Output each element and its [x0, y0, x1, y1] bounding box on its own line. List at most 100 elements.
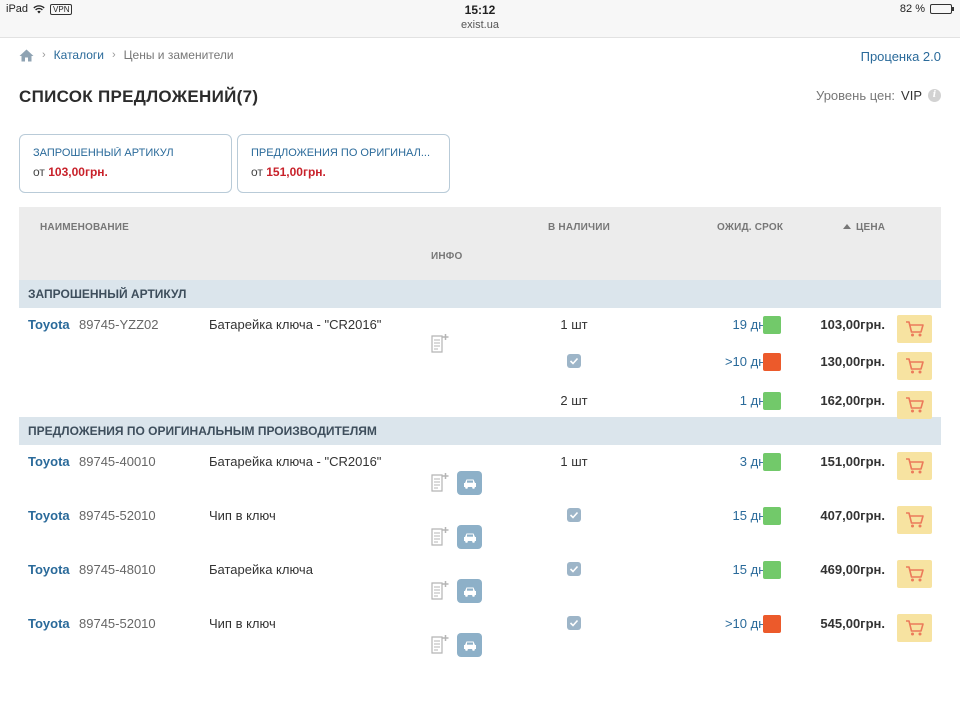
stock-quantity: 2 шт	[560, 393, 588, 408]
check-icon	[569, 511, 579, 519]
header-term[interactable]: ОЖИД. СРОК	[717, 222, 783, 233]
check-icon	[569, 357, 579, 365]
header-stock[interactable]: В НАЛИЧИИ	[548, 222, 610, 233]
checkbox-checked-icon	[567, 354, 581, 368]
breadcrumb-catalogs-link[interactable]: Каталоги	[54, 48, 104, 62]
price: 103,00грн.	[820, 317, 885, 332]
table-row: Toyota 89745-48010 Батарейка ключа 15 дн. 46…	[19, 553, 941, 607]
price-level-label: Уровень цен:	[816, 88, 896, 103]
header-price[interactable]: ЦЕНА	[843, 222, 885, 233]
delivery-term[interactable]: 3 дн.	[679, 454, 769, 469]
price: 130,00грн.	[820, 354, 885, 369]
stock-quantity: 1 шт	[560, 317, 588, 332]
delivery-term[interactable]: 1 дн.	[679, 393, 769, 408]
card-price-value: 103,00грн.	[48, 165, 108, 179]
procenka-2-link[interactable]: Проценка 2.0	[861, 49, 941, 64]
cart-icon	[905, 566, 924, 582]
check-icon	[569, 619, 579, 627]
status-right: 82 %	[899, 3, 954, 15]
add-to-cart-button[interactable]	[897, 315, 932, 343]
status-indicator	[763, 615, 781, 633]
sort-asc-icon	[843, 224, 851, 229]
part-description: Батарейка ключа	[209, 562, 313, 577]
brand-link[interactable]: Toyota	[28, 562, 70, 577]
breadcrumb: › Каталоги › Цены и заменители	[19, 48, 234, 62]
card-title: ПРЕДЛОЖЕНИЯ ПО ОРИГИНАЛ...	[251, 147, 430, 159]
cart-icon	[905, 397, 924, 413]
price: 469,00грн.	[820, 562, 885, 577]
car-icon[interactable]	[457, 471, 482, 495]
battery-icon	[930, 4, 954, 14]
add-to-cart-button[interactable]	[897, 352, 932, 380]
article-number[interactable]: 89745-52010	[79, 616, 156, 631]
add-to-cart-button[interactable]	[897, 506, 932, 534]
card-price: от 151,00грн.	[251, 165, 436, 179]
brand-link[interactable]: Toyota	[28, 454, 70, 469]
price-level-value: VIP	[901, 88, 922, 103]
card-price-from: от	[251, 165, 263, 179]
page-title: СПИСОК ПРЕДЛОЖЕНИЙ(7)	[19, 87, 259, 106]
add-to-cart-button[interactable]	[897, 614, 932, 642]
home-icon[interactable]	[19, 49, 34, 62]
part-description: Чип в ключ	[209, 508, 276, 523]
status-indicator	[763, 561, 781, 579]
delivery-term[interactable]: >10 дн.	[679, 616, 769, 631]
header-name[interactable]: НАИМЕНОВАНИЕ	[40, 222, 129, 233]
add-to-cart-button[interactable]	[897, 391, 932, 419]
document-icon[interactable]	[431, 526, 449, 546]
article-number[interactable]: 89745-YZZ02	[79, 317, 159, 332]
table-body: ЗАПРОШЕННЫЙ АРТИКУЛ Toyota 89745-YZZ02 Бата…	[19, 280, 941, 661]
ios-status-bar: iPad VPN 15:12 exist.ua 82 %	[0, 0, 960, 38]
part-description: Чип в ключ	[209, 616, 276, 631]
document-icon[interactable]	[431, 472, 449, 492]
card-original-offers[interactable]: ПРЕДЛОЖЕНИЯ ПО ОРИГИНАЛ... от 151,00грн.	[237, 134, 450, 193]
brand-link[interactable]: Toyota	[28, 616, 70, 631]
cart-icon	[905, 620, 924, 636]
chevron-right-icon: ›	[42, 49, 46, 61]
delivery-term[interactable]: >10 дн.	[679, 354, 769, 369]
offers-table: НАИМЕНОВАНИЕ ИНФО В НАЛИЧИИ ОЖИД. СРОК Ц…	[19, 207, 941, 661]
add-to-cart-button[interactable]	[897, 560, 932, 588]
card-price-value: 151,00грн.	[266, 165, 326, 179]
address-bar-url[interactable]: exist.ua	[0, 19, 960, 31]
article-number[interactable]: 89745-48010	[79, 562, 156, 577]
article-number[interactable]: 89745-52010	[79, 508, 156, 523]
info-icon[interactable]: i	[928, 89, 941, 102]
section-header: ЗАПРОШЕННЫЙ АРТИКУЛ	[19, 280, 941, 308]
card-requested-article[interactable]: ЗАПРОШЕННЫЙ АРТИКУЛ от 103,00грн.	[19, 134, 232, 193]
table-row: Toyota 89745-52010 Чип в ключ >10 дн. 545,00…	[19, 607, 941, 661]
cart-icon	[905, 321, 924, 337]
card-price-from: от	[33, 165, 45, 179]
stock-quantity: 1 шт	[560, 454, 588, 469]
document-icon[interactable]	[431, 634, 449, 654]
delivery-term[interactable]: 15 дн.	[679, 508, 769, 523]
brand-link[interactable]: Toyota	[28, 317, 70, 332]
status-indicator	[763, 507, 781, 525]
table-row: >10 дн. 130,00грн.	[19, 345, 941, 384]
delivery-term[interactable]: 15 дн.	[679, 562, 769, 577]
add-to-cart-button[interactable]	[897, 452, 932, 480]
delivery-term[interactable]: 19 дн.	[679, 317, 769, 332]
status-indicator	[763, 316, 781, 334]
table-header: НАИМЕНОВАНИЕ ИНФО В НАЛИЧИИ ОЖИД. СРОК Ц…	[19, 207, 941, 280]
checkbox-checked-icon	[567, 508, 581, 522]
article-number[interactable]: 89745-40010	[79, 454, 156, 469]
summary-cards: ЗАПРОШЕННЫЙ АРТИКУЛ от 103,00грн. ПРЕДЛО…	[19, 134, 450, 193]
car-icon[interactable]	[457, 633, 482, 657]
price: 407,00грн.	[820, 508, 885, 523]
table-row: Toyota 89745-YZZ02 Батарейка ключа - "CR20…	[19, 308, 941, 353]
part-description: Батарейка ключа - "CR2016"	[209, 317, 382, 332]
header-price-label: ЦЕНА	[856, 222, 886, 233]
car-icon[interactable]	[457, 525, 482, 549]
checkbox-checked-icon	[567, 562, 581, 576]
document-icon[interactable]	[431, 580, 449, 600]
price: 162,00грн.	[820, 393, 885, 408]
car-icon[interactable]	[457, 579, 482, 603]
part-description: Батарейка ключа - "CR2016"	[209, 454, 382, 469]
status-indicator	[763, 392, 781, 410]
battery-percent: 82 %	[899, 3, 925, 15]
table-row: Toyota 89745-40010 Батарейка ключа - "CR20…	[19, 445, 941, 499]
brand-link[interactable]: Toyota	[28, 508, 70, 523]
section-header: ПРЕДЛОЖЕНИЯ ПО ОРИГИНАЛЬНЫМ ПРОИЗВОДИТЕЛ…	[19, 417, 941, 445]
card-price: от 103,00грн.	[33, 165, 218, 179]
